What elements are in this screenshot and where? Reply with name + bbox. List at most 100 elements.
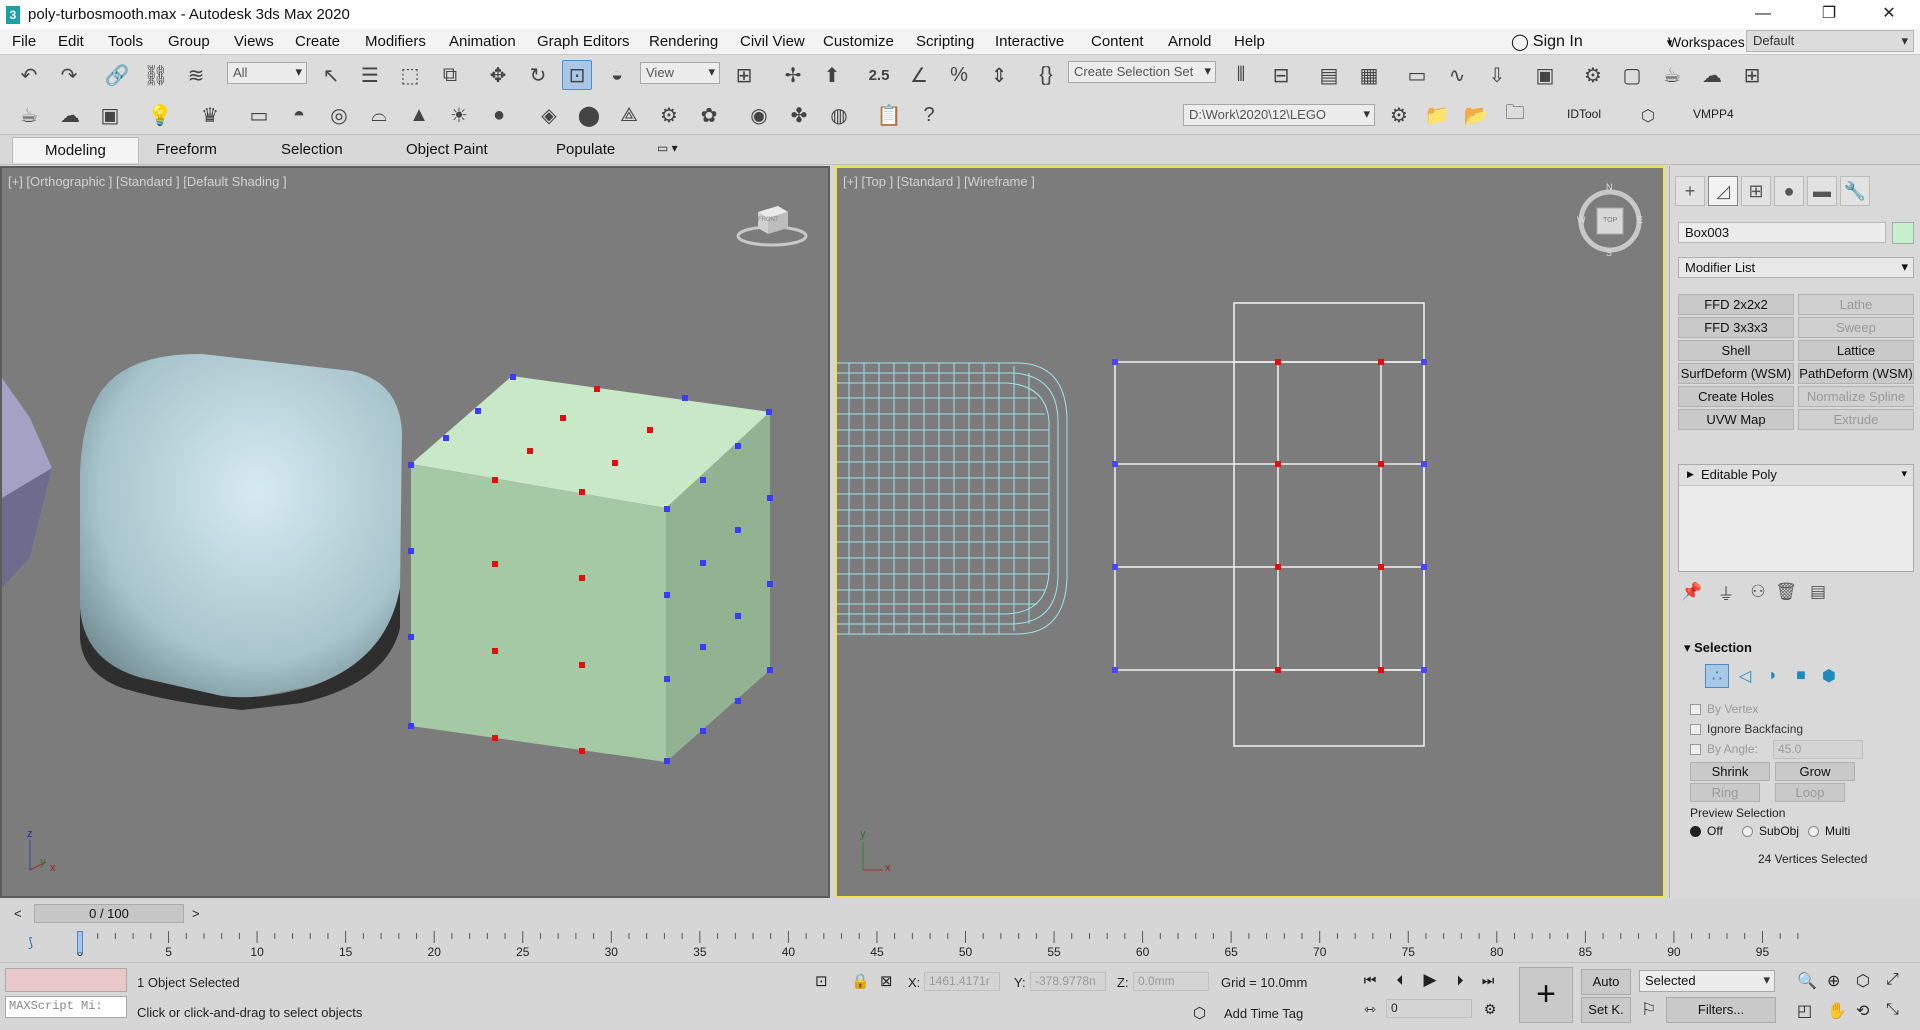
vertex-selected[interactable] <box>594 386 600 392</box>
vertex[interactable] <box>735 698 741 704</box>
filters-button[interactable]: Filters... <box>1666 997 1776 1023</box>
vertex[interactable] <box>735 527 741 533</box>
menu-help[interactable]: Help <box>1234 33 1265 50</box>
menu-arnold[interactable]: Arnold <box>1168 33 1211 50</box>
vertex-selected[interactable] <box>612 460 618 466</box>
field-of-view-icon[interactable]: ◰ <box>1797 1001 1812 1021</box>
menu-scripting[interactable]: Scripting <box>916 33 974 50</box>
vertex[interactable] <box>1112 461 1118 467</box>
viewcube[interactable]: FRONT <box>736 198 808 248</box>
pivot-center-icon[interactable]: ⊞ <box>729 60 759 90</box>
stack-item-editable-poly[interactable]: ▶ Editable Poly ▾ <box>1679 465 1913 486</box>
modifier-button[interactable]: Sweep <box>1798 317 1914 338</box>
pin-stack-icon[interactable]: 📌 <box>1680 580 1704 604</box>
viewport-top[interactable]: [+] [Top ] [Standard ] [Wireframe ] N S … <box>835 166 1665 898</box>
vertex[interactable] <box>664 506 670 512</box>
track-bar[interactable]: ⟆ 05101520253035404550556065707580859095… <box>0 929 1920 959</box>
configure-modifier-sets-icon[interactable]: ▤ <box>1806 580 1830 604</box>
vmpp4-button[interactable]: VMPP4 <box>1693 107 1734 121</box>
menu-content[interactable]: Content <box>1091 33 1144 50</box>
modifier-list-dropdown[interactable]: Modifier List <box>1678 257 1914 278</box>
vertex[interactable] <box>767 581 773 587</box>
modifier-button[interactable]: Create Holes <box>1678 386 1794 407</box>
maximize-button[interactable]: ❐ <box>1805 0 1853 29</box>
grow-button[interactable]: Grow <box>1775 762 1855 781</box>
remove-modifier-icon[interactable]: 🗑 <box>1774 580 1798 604</box>
light-bulb-icon[interactable]: 💡 <box>145 100 175 130</box>
vertex[interactable] <box>700 560 706 566</box>
vertex-selected[interactable] <box>1275 564 1281 570</box>
viewcube-compass[interactable]: N S W E TOP <box>1575 182 1645 258</box>
vertex[interactable] <box>700 477 706 483</box>
sign-in-button[interactable]: ◯ Sign In ▾ <box>1511 32 1672 52</box>
modifier-button[interactable]: FFD 3x3x3 <box>1678 317 1794 338</box>
set-key-button[interactable]: Set K. <box>1581 997 1631 1023</box>
vertex[interactable] <box>408 462 414 468</box>
loop-button[interactable]: Loop <box>1775 783 1845 802</box>
modifier-button[interactable]: Lattice <box>1798 340 1914 361</box>
vertex-selected[interactable] <box>579 489 585 495</box>
torus-icon[interactable]: ◎ <box>324 100 354 130</box>
vertex-selected[interactable] <box>492 735 498 741</box>
polygon-mode-icon[interactable]: ■ <box>1789 664 1813 688</box>
vertex-selected[interactable] <box>492 561 498 567</box>
tab-modeling[interactable]: Modeling <box>12 137 139 163</box>
tripod-icon[interactable]: ⟁ <box>614 100 644 130</box>
lock-icon[interactable]: 🔒 <box>851 972 870 990</box>
preview-off-radio[interactable]: Off <box>1690 824 1723 838</box>
ignore-backfacing-checkbox[interactable]: Ignore Backfacing <box>1690 722 1803 736</box>
percent-snap-icon[interactable]: % <box>944 60 974 90</box>
display-tab-icon[interactable]: ▬ <box>1807 176 1837 206</box>
vertex-selected[interactable] <box>1275 461 1281 467</box>
menu-graph-editors[interactable]: Graph Editors <box>537 33 630 50</box>
key-mode-icon[interactable]: ⇿ <box>1358 998 1382 1020</box>
workspaces-dropdown[interactable]: Default ▾ <box>1746 30 1914 52</box>
vertex[interactable] <box>408 634 414 640</box>
preview-subobj-radio[interactable]: SubObj <box>1742 824 1799 838</box>
vertex[interactable] <box>664 592 670 598</box>
close-button[interactable]: ✕ <box>1865 0 1913 29</box>
modifier-button[interactable]: Normalize Spline <box>1798 386 1914 407</box>
ribbon-options-icon[interactable]: ▭ ▾ <box>657 141 678 155</box>
vertex[interactable] <box>1421 564 1427 570</box>
vertex-selected[interactable] <box>579 748 585 754</box>
curve-editor-icon[interactable]: ∿ <box>1442 60 1472 90</box>
gear-sphere-icon[interactable]: ⚙ <box>654 100 684 130</box>
sphere-icon[interactable]: ● <box>484 100 514 130</box>
utilities-tab-icon[interactable]: 🔧 <box>1840 176 1870 206</box>
modifier-button[interactable]: FFD 2x2x2 <box>1678 294 1794 315</box>
maxscript-listener[interactable] <box>5 968 127 992</box>
plant-icon[interactable]: ✿ <box>694 100 724 130</box>
folder-settings-icon[interactable]: 📂 <box>1461 100 1491 130</box>
select-manipulate-icon[interactable]: ✢ <box>778 60 808 90</box>
tab-populate[interactable]: Populate <box>556 141 615 158</box>
hierarchy-tab-icon[interactable]: ⊞ <box>1741 176 1771 206</box>
hexagon-icon[interactable]: ⬡ <box>1633 101 1663 131</box>
time-next-button[interactable]: > <box>192 906 200 921</box>
rendered-frame-window-icon[interactable]: ▢ <box>1617 60 1647 90</box>
align-icon[interactable]: ⊟ <box>1266 60 1296 90</box>
menu-customize[interactable]: Customize <box>823 33 894 50</box>
vertex-selected[interactable] <box>492 477 498 483</box>
edge-mode-icon[interactable]: ◁ <box>1733 664 1757 688</box>
clipboard-icon[interactable]: 📋 <box>874 100 904 130</box>
project-folder-icon[interactable]: ⚙ <box>1384 100 1414 130</box>
window-crossing-icon[interactable]: ⧉ <box>435 60 465 90</box>
menu-modifiers[interactable]: Modifiers <box>365 33 426 50</box>
folder-open-icon[interactable]: 🗀 <box>1500 100 1530 130</box>
go-to-start-icon[interactable]: ⏮ <box>1358 969 1382 991</box>
z-coord-field[interactable]: 0.0mm <box>1133 972 1209 991</box>
modifier-button[interactable]: Extrude <box>1798 409 1914 430</box>
vertex[interactable] <box>1112 564 1118 570</box>
element-mode-icon[interactable]: ⬢ <box>1817 664 1841 688</box>
layer-explorer-icon[interactable]: ▦ <box>1354 60 1384 90</box>
helper-icon[interactable]: ♛ <box>195 100 225 130</box>
select-by-name-icon[interactable]: ☰ <box>355 60 385 90</box>
particle-icon[interactable]: ⬤ <box>574 100 604 130</box>
zoom-icon[interactable]: 🔍 <box>1797 971 1817 991</box>
cone-icon[interactable]: ▲ <box>404 100 434 130</box>
help-circle-icon[interactable]: ? <box>914 100 944 130</box>
vertex[interactable] <box>700 728 706 734</box>
menu-create[interactable]: Create <box>295 33 340 50</box>
tab-selection[interactable]: Selection <box>281 141 343 158</box>
